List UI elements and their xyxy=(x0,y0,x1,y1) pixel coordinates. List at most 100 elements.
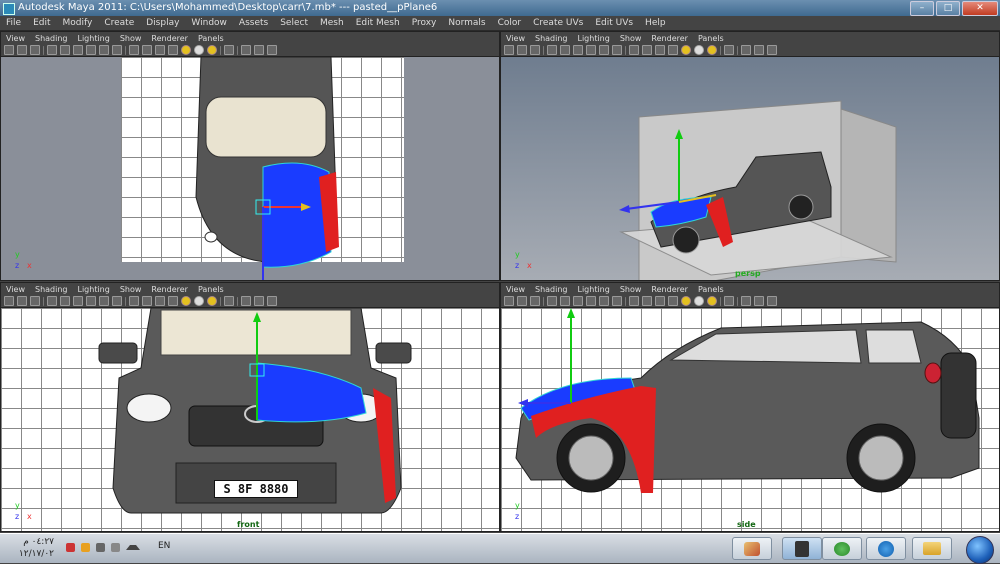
menu-proxy[interactable]: Proxy xyxy=(406,18,443,28)
front-viewport-canvas[interactable]: S 8F 8880 y z x front xyxy=(1,308,499,531)
text-icon[interactable] xyxy=(612,45,622,55)
wireframe-icon[interactable] xyxy=(629,45,639,55)
field-chart-icon[interactable] xyxy=(99,296,109,306)
camera-icon[interactable] xyxy=(4,45,14,55)
field-chart-icon[interactable] xyxy=(599,45,609,55)
taskbar-paint-app[interactable] xyxy=(732,537,772,560)
ambient-occlusion-icon[interactable] xyxy=(707,296,717,306)
panel-menu-renderer[interactable]: Renderer xyxy=(146,34,193,43)
bookmark-icon[interactable] xyxy=(530,45,540,55)
lock-icon[interactable] xyxy=(17,296,27,306)
safe-action-icon[interactable] xyxy=(586,296,596,306)
grid-icon[interactable] xyxy=(547,296,557,306)
texture-icon[interactable] xyxy=(168,296,178,306)
menu-modify[interactable]: Modify xyxy=(57,18,99,28)
text-icon[interactable] xyxy=(612,296,622,306)
wireframe-on-shaded-icon[interactable] xyxy=(655,45,665,55)
resolution-gate-icon[interactable] xyxy=(573,45,583,55)
persp-viewport-panel[interactable]: View Shading Lighting Show Renderer Pane… xyxy=(500,31,1000,281)
panel-menu-shading[interactable]: Shading xyxy=(530,34,573,43)
panel-menu-lighting[interactable]: Lighting xyxy=(572,285,614,294)
menu-edit-uvs[interactable]: Edit UVs xyxy=(589,18,639,28)
panel-menu-lighting[interactable]: Lighting xyxy=(72,285,114,294)
ambient-occlusion-icon[interactable] xyxy=(707,45,717,55)
volume-icon[interactable] xyxy=(96,543,105,552)
texture-icon[interactable] xyxy=(668,45,678,55)
shadow-icon[interactable] xyxy=(194,296,204,306)
persp-viewport-canvas[interactable]: y z x persp xyxy=(501,57,999,280)
xray-joints-icon[interactable] xyxy=(754,296,764,306)
film-gate-icon[interactable] xyxy=(60,45,70,55)
backface-icon[interactable] xyxy=(767,296,777,306)
lock-icon[interactable] xyxy=(17,45,27,55)
panel-menu-panels[interactable]: Panels xyxy=(693,34,729,43)
panel-menu-panels[interactable]: Panels xyxy=(693,285,729,294)
film-gate-icon[interactable] xyxy=(560,45,570,55)
smooth-shade-icon[interactable] xyxy=(642,296,652,306)
film-gate-icon[interactable] xyxy=(60,296,70,306)
taskbar-maya-app[interactable] xyxy=(782,537,822,560)
panel-menu-shading[interactable]: Shading xyxy=(530,285,573,294)
grid-icon[interactable] xyxy=(47,296,57,306)
text-icon[interactable] xyxy=(112,296,122,306)
minimize-button[interactable]: – xyxy=(910,1,934,16)
wireframe-on-shaded-icon[interactable] xyxy=(655,296,665,306)
camera-icon[interactable] xyxy=(504,296,514,306)
panel-menu-renderer[interactable]: Renderer xyxy=(146,285,193,294)
safe-action-icon[interactable] xyxy=(86,45,96,55)
backface-icon[interactable] xyxy=(767,45,777,55)
taskbar-messenger-app[interactable] xyxy=(822,537,862,560)
menu-color[interactable]: Color xyxy=(492,18,528,28)
panel-menu-show[interactable]: Show xyxy=(615,34,647,43)
start-button[interactable] xyxy=(966,536,994,564)
menu-file[interactable]: File xyxy=(0,18,27,28)
panel-menu-panels[interactable]: Panels xyxy=(193,34,229,43)
safe-action-icon[interactable] xyxy=(86,296,96,306)
bookmark-icon[interactable] xyxy=(30,45,40,55)
texture-icon[interactable] xyxy=(168,45,178,55)
panel-menu-view[interactable]: View xyxy=(501,285,530,294)
resolution-gate-icon[interactable] xyxy=(73,296,83,306)
input-language[interactable]: EN xyxy=(158,541,170,551)
menu-edit[interactable]: Edit xyxy=(27,18,56,28)
wireframe-on-shaded-icon[interactable] xyxy=(155,296,165,306)
light-icon[interactable] xyxy=(181,296,191,306)
side-viewport-canvas[interactable]: y z side xyxy=(501,308,999,531)
menu-normals[interactable]: Normals xyxy=(442,18,491,28)
bookmark-icon[interactable] xyxy=(30,296,40,306)
xray-joints-icon[interactable] xyxy=(254,296,264,306)
menu-assets[interactable]: Assets xyxy=(233,18,274,28)
panel-menu-view[interactable]: View xyxy=(501,34,530,43)
light-icon[interactable] xyxy=(681,45,691,55)
network-error-icon[interactable] xyxy=(66,543,75,552)
panel-menu-shading[interactable]: Shading xyxy=(30,34,73,43)
menu-edit-mesh[interactable]: Edit Mesh xyxy=(350,18,406,28)
wireframe-icon[interactable] xyxy=(629,296,639,306)
close-button[interactable]: ✕ xyxy=(962,1,998,16)
field-chart-icon[interactable] xyxy=(99,45,109,55)
maximize-button[interactable]: □ xyxy=(936,1,960,16)
top-viewport-canvas[interactable]: y z x xyxy=(1,57,499,280)
menu-create[interactable]: Create xyxy=(98,18,140,28)
shadow-icon[interactable] xyxy=(694,45,704,55)
shadow-icon[interactable] xyxy=(194,45,204,55)
panel-menu-panels[interactable]: Panels xyxy=(193,285,229,294)
xray-icon[interactable] xyxy=(241,45,251,55)
lock-icon[interactable] xyxy=(517,45,527,55)
camera-icon[interactable] xyxy=(504,45,514,55)
front-viewport-panel[interactable]: View Shading Lighting Show Renderer Pane… xyxy=(0,282,500,532)
light-icon[interactable] xyxy=(681,296,691,306)
bookmark-icon[interactable] xyxy=(530,296,540,306)
panel-menu-view[interactable]: View xyxy=(1,34,30,43)
resolution-gate-icon[interactable] xyxy=(573,296,583,306)
panel-menu-show[interactable]: Show xyxy=(115,285,147,294)
flash-icon[interactable] xyxy=(81,543,90,552)
panel-menu-show[interactable]: Show xyxy=(115,34,147,43)
panel-menu-shading[interactable]: Shading xyxy=(30,285,73,294)
backface-icon[interactable] xyxy=(267,296,277,306)
panel-menu-renderer[interactable]: Renderer xyxy=(646,285,693,294)
shadow-icon[interactable] xyxy=(694,296,704,306)
system-clock[interactable]: ٠٤:٢٧ م ١٢/١٧/٠٢ xyxy=(12,536,54,560)
smooth-shade-icon[interactable] xyxy=(642,45,652,55)
wireframe-icon[interactable] xyxy=(129,45,139,55)
